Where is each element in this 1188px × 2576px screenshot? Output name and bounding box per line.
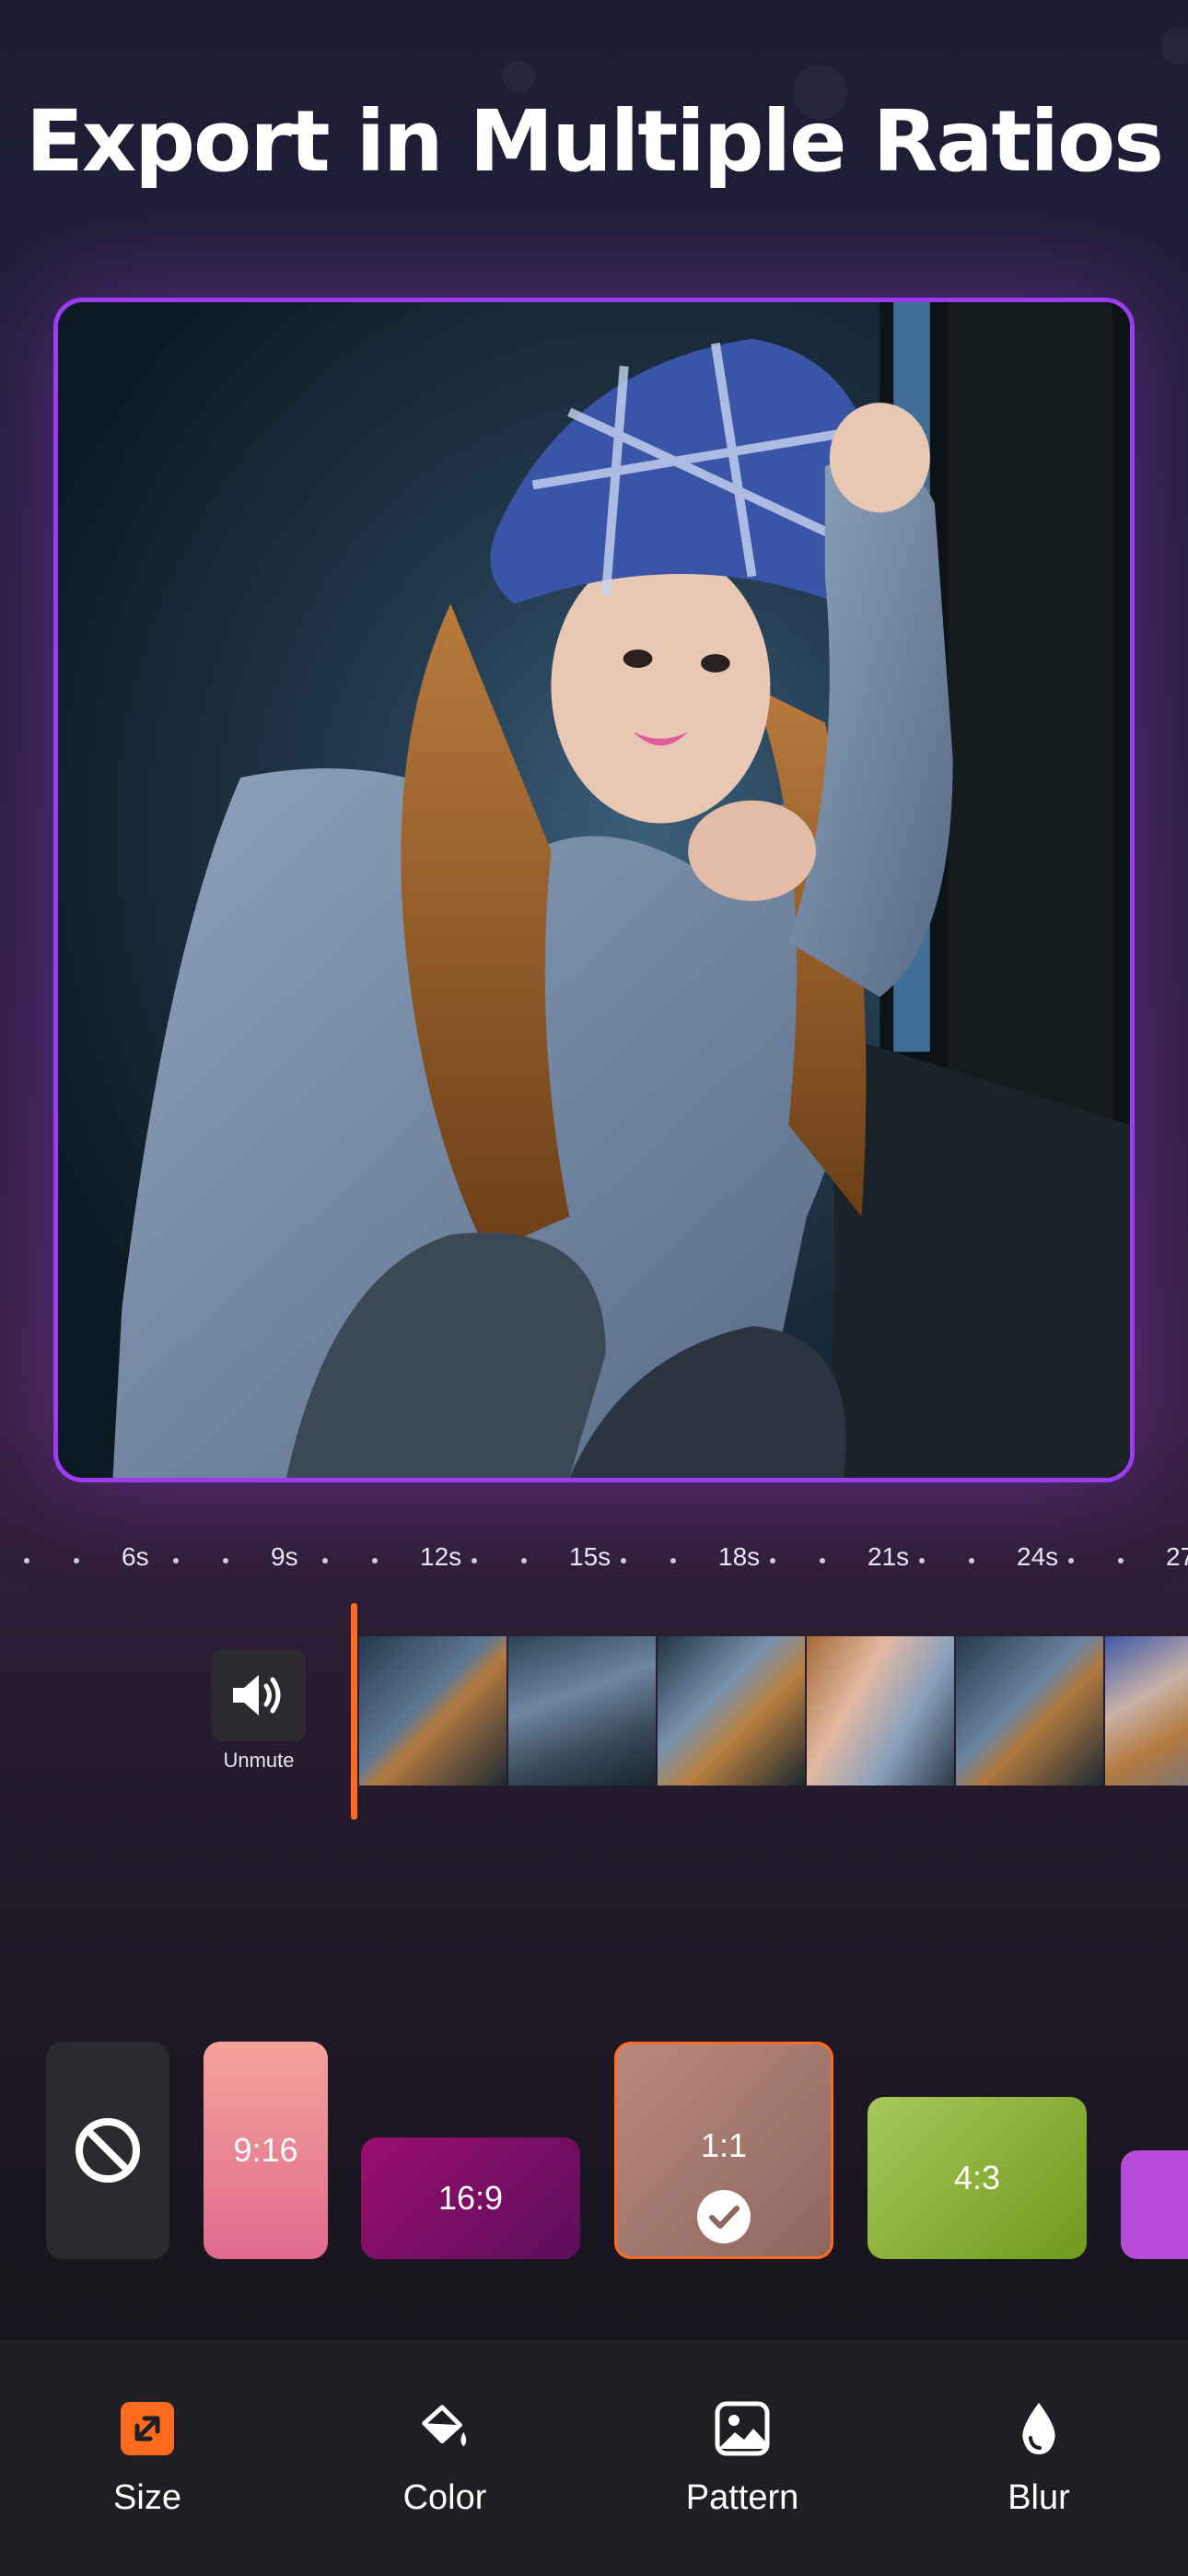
ruler-dot: [322, 1558, 328, 1563]
ruler-dot: [1118, 1558, 1124, 1563]
ratio-more-option[interactable]: [1121, 2150, 1188, 2259]
filmstrip-frame: [1105, 1636, 1188, 1786]
ratio-none-option[interactable]: [46, 2042, 169, 2259]
video-preview[interactable]: [53, 298, 1135, 1482]
ratio-9-16-option[interactable]: 9:16: [204, 2042, 328, 2259]
tick-label: 12s: [420, 1542, 462, 1571]
tick-label: 24s: [1017, 1542, 1059, 1571]
ratio-4-3-option[interactable]: 4:3: [868, 2097, 1087, 2259]
ruler-dot: [621, 1558, 626, 1563]
ruler-dot: [1068, 1558, 1074, 1563]
tab-label: Color: [402, 2478, 487, 2517]
timeline-ruler[interactable]: 6s 9s 12s 15s 18s 21s 24s 27s: [0, 1529, 1188, 1585]
tick-label: 18s: [718, 1542, 761, 1571]
tab-blur[interactable]: Blur: [947, 2340, 1131, 2576]
check-icon: [697, 2190, 751, 2243]
filmstrip-frame: [658, 1636, 805, 1786]
bg-bubble: [502, 60, 535, 93]
tick-label: 21s: [868, 1542, 910, 1571]
resize-icon: [120, 2401, 175, 2456]
ruler-dot: [173, 1558, 179, 1563]
tab-label: Size: [113, 2478, 181, 2517]
paint-bucket-icon: [417, 2401, 472, 2456]
filmstrip-frame: [807, 1636, 954, 1786]
tab-size[interactable]: Size: [55, 2340, 239, 2576]
ruler-dot: [24, 1558, 29, 1563]
drop-icon: [1011, 2401, 1066, 2456]
image-icon: [715, 2401, 770, 2456]
tab-pattern[interactable]: Pattern: [650, 2340, 834, 2576]
filmstrip-frame: [508, 1636, 656, 1786]
playhead[interactable]: [351, 1603, 357, 1820]
bottom-tab-bar: Size Color Pattern Blur: [0, 2340, 1188, 2576]
tick-label: 15s: [569, 1542, 611, 1571]
ruler-dot: [969, 1558, 974, 1563]
bg-bubble: [1160, 28, 1188, 64]
ruler-dot: [820, 1558, 825, 1563]
ratio-label: 1:1: [700, 2126, 748, 2164]
page-title: Export in Multiple Ratios: [25, 92, 1164, 191]
tick-label: 27s: [1166, 1542, 1188, 1571]
ruler-dot: [472, 1558, 477, 1563]
tab-color[interactable]: Color: [353, 2340, 537, 2576]
tick-label: 9s: [271, 1542, 298, 1571]
ruler-dot: [919, 1558, 925, 1563]
ratio-selector: 9:16 16:9 1:1 4:3: [0, 2027, 1188, 2266]
tick-label: 6s: [122, 1542, 149, 1571]
ratio-label: 9:16: [233, 2131, 298, 2169]
ruler-dot: [223, 1558, 228, 1563]
ratio-16-9-option[interactable]: 16:9: [361, 2137, 580, 2259]
tab-label: Pattern: [685, 2478, 799, 2517]
unmute-button[interactable]: [212, 1649, 306, 1741]
ratio-label: 4:3: [953, 2159, 1001, 2196]
filmstrip-frame: [956, 1636, 1103, 1786]
ruler-dot: [770, 1558, 775, 1563]
no-ratio-icon: [76, 2118, 140, 2183]
preview-photo: [112, 302, 1130, 1478]
ruler-dot: [372, 1558, 378, 1563]
ruler-dot: [521, 1558, 527, 1563]
ruler-dot: [74, 1558, 79, 1563]
ratio-label: 16:9: [437, 2179, 504, 2217]
video-filmstrip[interactable]: [359, 1636, 1188, 1786]
ratio-1-1-option[interactable]: 1:1: [614, 2042, 833, 2259]
unmute-label: Unmute: [223, 1749, 295, 1772]
ruler-dot: [670, 1558, 676, 1563]
speaker-icon: [233, 1675, 281, 1715]
tab-label: Blur: [1007, 2478, 1070, 2517]
filmstrip-frame: [359, 1636, 507, 1786]
